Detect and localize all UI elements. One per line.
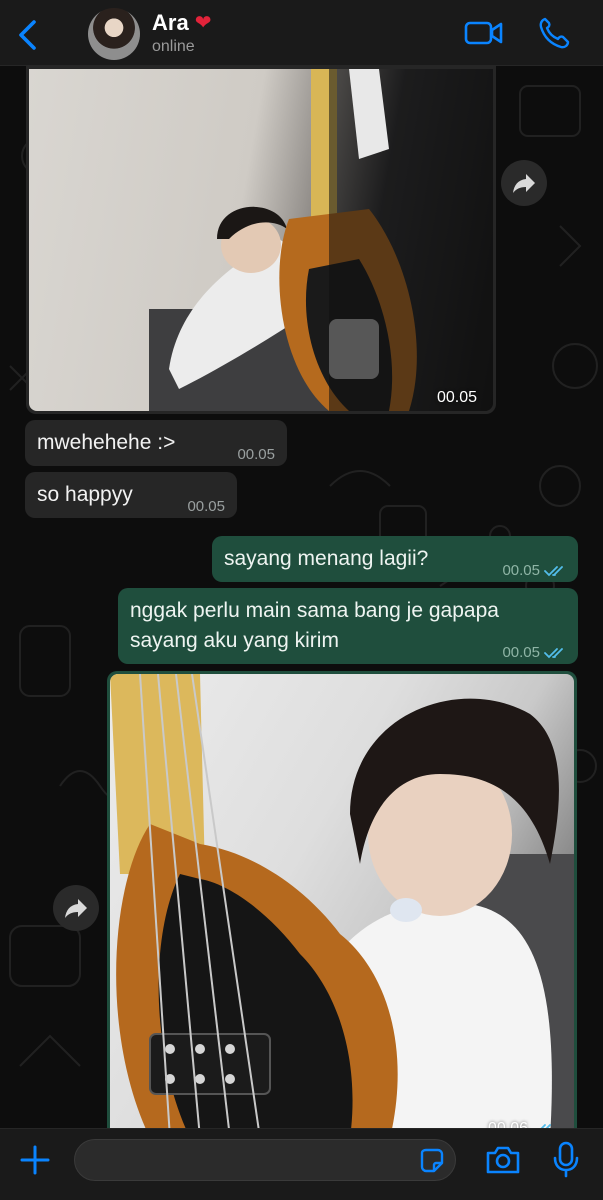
message-text: sayang menang lagii? xyxy=(224,547,429,570)
message-meta: 00.06 xyxy=(488,1120,554,1128)
back-chevron-icon[interactable] xyxy=(14,18,44,52)
contact-name[interactable]: Ara xyxy=(152,10,189,36)
read-ticks-icon xyxy=(544,648,563,659)
message-meta: 00.05 xyxy=(502,556,566,586)
sticker-icon[interactable] xyxy=(418,1147,446,1175)
chat-header: Ara ❤ online xyxy=(0,0,603,66)
message-time: 00.05 xyxy=(502,562,540,579)
incoming-message[interactable]: mwehehehe :> 00.05 xyxy=(25,420,287,466)
outgoing-photo[interactable]: 00.06 xyxy=(110,674,574,1128)
heart-emoji: ❤ xyxy=(194,12,212,34)
forward-button[interactable] xyxy=(53,885,99,931)
composer-bar xyxy=(0,1128,603,1200)
video-call-icon[interactable] xyxy=(464,18,504,48)
message-time: 00.05 xyxy=(437,389,478,406)
outgoing-message[interactable]: nggak perlu main sama bang je gapapa say… xyxy=(118,588,578,664)
message-text-line: sayang aku yang kirim xyxy=(130,629,339,652)
camera-icon[interactable] xyxy=(484,1143,522,1177)
outgoing-message[interactable]: sayang menang lagii? 00.05 xyxy=(212,536,578,582)
message-text: so happyy xyxy=(37,483,133,506)
contact-title[interactable]: Ara ❤ xyxy=(152,10,211,36)
phone-call-icon[interactable] xyxy=(538,16,570,50)
mic-icon[interactable] xyxy=(552,1141,580,1179)
message-time: 00.05 xyxy=(237,446,275,463)
forward-button[interactable] xyxy=(501,160,547,206)
message-time: 00.05 xyxy=(187,498,225,515)
incoming-message[interactable]: so happyy 00.05 xyxy=(25,472,237,518)
incoming-photo-message[interactable]: 00.05 xyxy=(26,66,496,414)
message-text: mwehehehe :> xyxy=(37,431,176,454)
read-ticks-icon xyxy=(544,566,563,577)
message-time: 00.06 xyxy=(488,1120,528,1128)
outgoing-photo-message[interactable]: 00.06 xyxy=(107,671,577,1128)
plus-icon[interactable] xyxy=(18,1143,52,1177)
message-meta: 00.05 xyxy=(502,638,566,668)
message-text-line: nggak perlu main sama bang je gapapa xyxy=(130,599,499,622)
contact-status: online xyxy=(152,38,195,55)
incoming-photo[interactable]: 00.05 xyxy=(29,69,493,411)
message-input[interactable] xyxy=(74,1139,456,1181)
message-time: 00.05 xyxy=(502,644,540,661)
chat-area[interactable]: 00.05 mwehehehe :> 00.05 so happyy 00.05… xyxy=(0,66,603,1128)
avatar[interactable] xyxy=(88,8,140,60)
